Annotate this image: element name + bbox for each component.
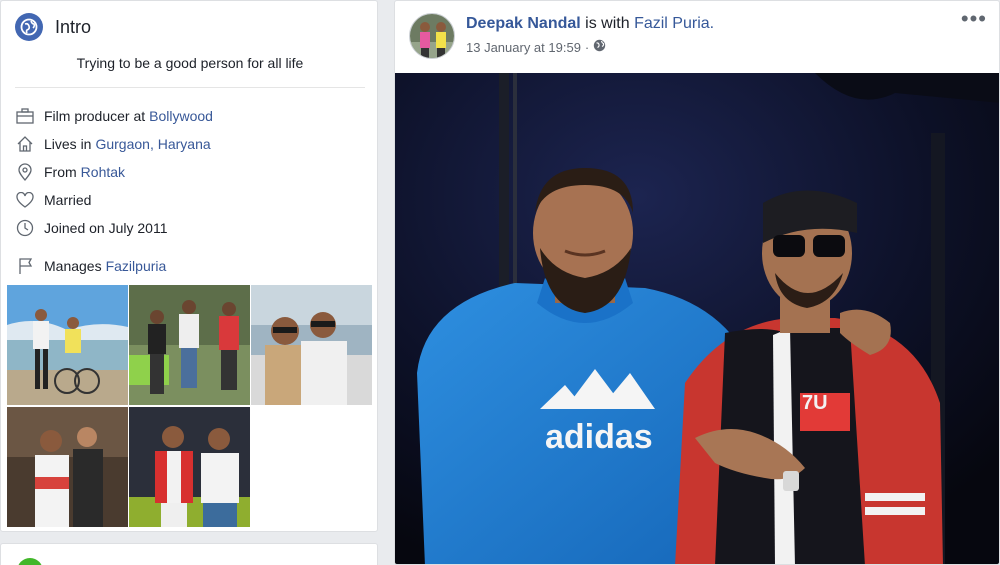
info-lives-link[interactable]: Gurgaon, Haryana [95,136,210,152]
author-link[interactable]: Deepak Nandal [466,15,581,32]
next-card [0,543,378,565]
post-header-line: Deepak Nandal is with Fazil Puria. [466,15,714,33]
flag-icon [15,256,35,276]
clock-icon [15,218,35,238]
svg-text:adidas: adidas [545,418,653,456]
card-badge-icon [17,558,43,565]
info-relationship: Married [15,189,91,211]
svg-text:7U: 7U [802,392,828,414]
info-manages-text: Manages [44,258,102,274]
meta-separator: · [584,39,590,55]
info-lives: Lives in Gurgaon, Haryana [15,133,211,155]
info-work-text: Film producer at [44,108,146,124]
info-manages-link[interactable]: Fazilpuria [106,258,167,274]
divider [15,87,365,88]
with-text: is with [585,15,630,32]
photo-thumbnail[interactable] [129,407,250,527]
post: Deepak Nandal is with Fazil Puria. 13 Ja… [394,0,1000,565]
briefcase-icon [15,106,35,126]
intro-header: Intro [15,12,91,42]
photo-thumbnail[interactable] [129,285,250,405]
post-meta: 13 January at 19:59 · [466,39,606,55]
tagged-user-link[interactable]: Fazil Puria. [634,15,714,32]
photo-thumbnail[interactable] [7,407,128,527]
info-manages: Manages Fazilpuria [15,255,166,277]
info-from-text: From [44,164,77,180]
bio-text: Trying to be a good person for all life [76,55,304,71]
globe-icon [15,13,43,41]
info-work-link[interactable]: Bollywood [149,108,213,124]
intro-title: Intro [55,16,92,37]
info-work: Film producer at Bollywood [15,105,213,127]
intro-card: Intro Trying to be a good person for all… [0,0,378,532]
info-from-link[interactable]: Rohtak [81,164,125,180]
info-from: From Rohtak [15,161,125,183]
home-icon [15,134,35,154]
public-globe-icon[interactable] [593,39,606,55]
photo-thumbnail[interactable] [7,285,128,405]
post-photo[interactable]: adidas 7U [395,73,999,564]
heart-icon [15,190,35,210]
location-pin-icon [15,162,35,182]
more-options-button[interactable]: ••• [961,8,987,30]
info-joined: Joined on July 2011 [15,217,168,239]
info-lives-text: Lives in [44,136,92,152]
avatar[interactable] [409,13,455,59]
info-relationship-text: Married [44,192,92,208]
info-joined-text: Joined on July 2011 [44,220,168,236]
photo-thumbnail[interactable] [251,285,372,405]
timestamp-link[interactable]: 13 January at 19:59 [466,40,581,55]
